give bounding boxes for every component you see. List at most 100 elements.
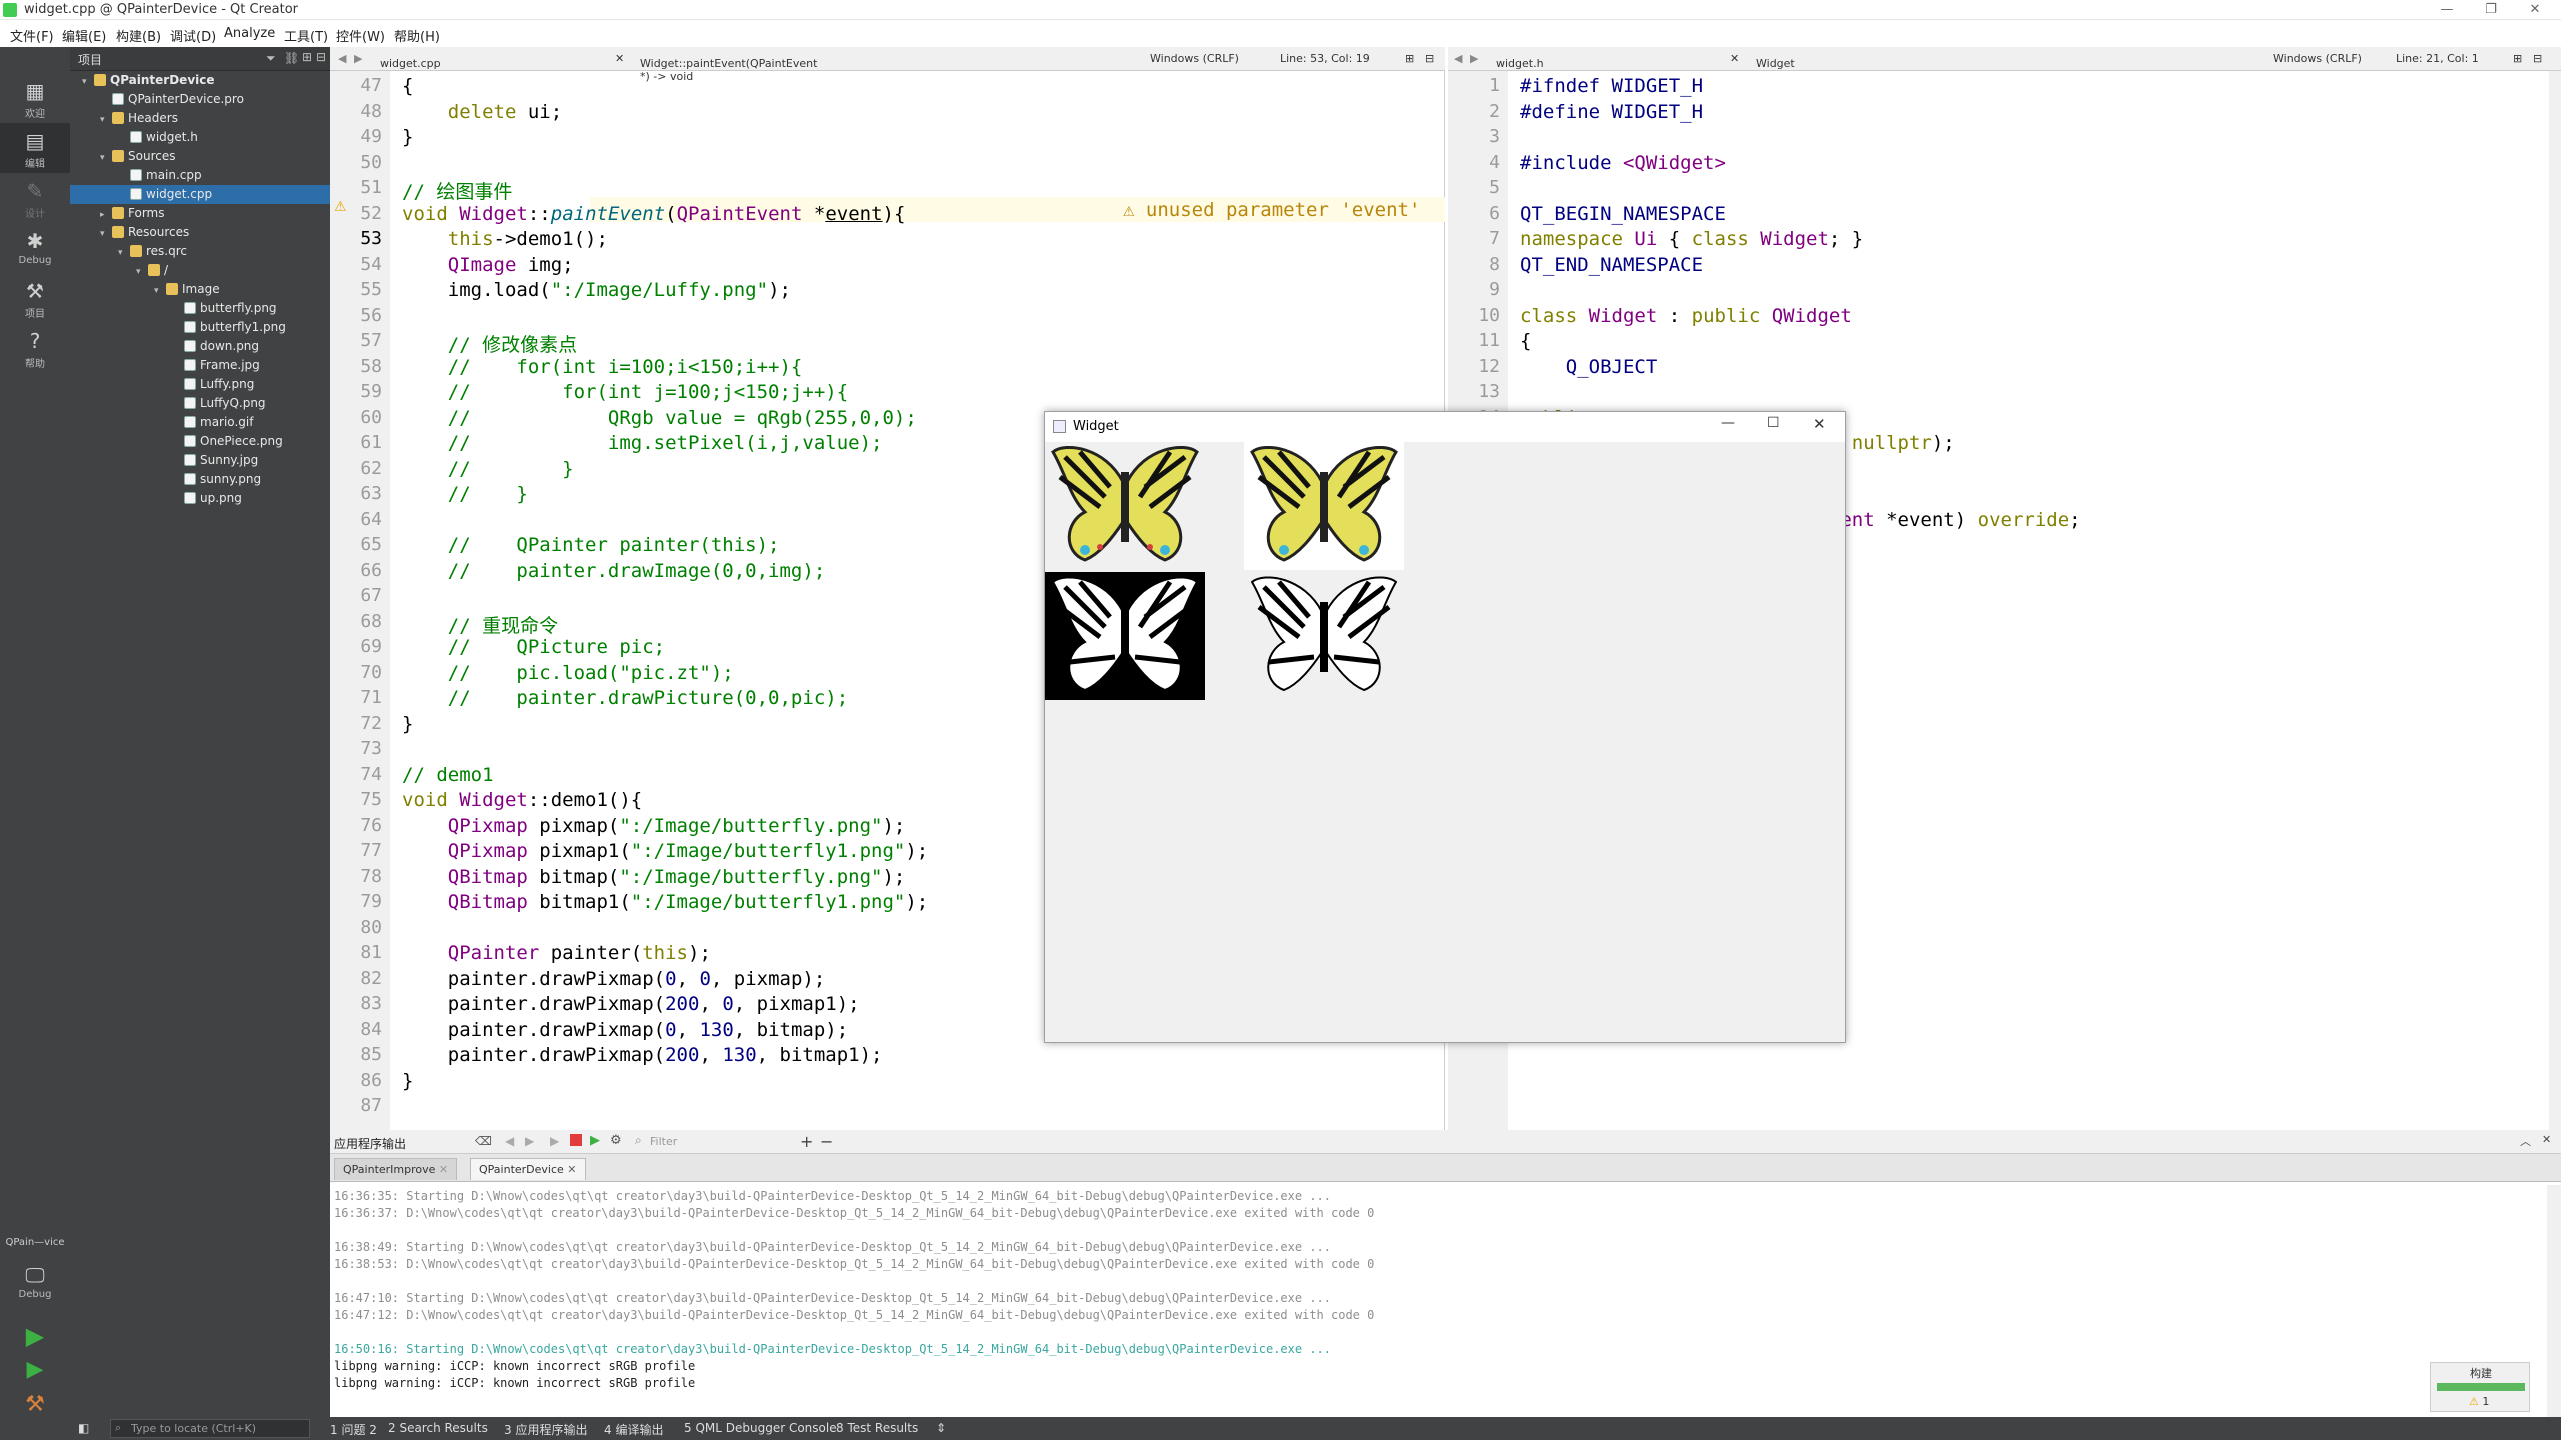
output-scrollbar[interactable]: [2547, 1185, 2561, 1417]
menu-file[interactable]: 文件(F): [10, 26, 54, 45]
menu-build[interactable]: 构建(B): [116, 26, 161, 45]
tree-item[interactable]: widget.cpp: [70, 185, 330, 204]
attach-debugger-icon[interactable]: ▶: [590, 1133, 600, 1148]
tree-item[interactable]: ▾ res.qrc: [70, 242, 330, 261]
expand-arrow-icon[interactable]: ▾: [82, 73, 94, 92]
tree-item[interactable]: Sunny.jpg: [70, 451, 330, 470]
split-icon[interactable]: ⊞: [302, 50, 312, 64]
close-icon[interactable]: ✕: [1813, 415, 1826, 433]
next-icon[interactable]: ▶: [525, 1134, 534, 1148]
status-tab-tests[interactable]: 8 Test Results: [836, 1421, 918, 1435]
expand-arrow-icon[interactable]: ▾: [118, 244, 130, 263]
cursor-position[interactable]: Line: 21, Col: 1: [2396, 52, 2479, 65]
menu-debug[interactable]: 调试(D): [170, 26, 216, 45]
status-tab-qml[interactable]: 5 QML Debugger Console: [684, 1421, 837, 1435]
build-progress[interactable]: 构建 ⚠ 1: [2430, 1362, 2530, 1412]
tree-item[interactable]: mario.gif: [70, 413, 330, 432]
sidebar-toggle-icon[interactable]: ◧: [78, 1421, 89, 1435]
tree-item[interactable]: OnePiece.png: [70, 432, 330, 451]
menu-help[interactable]: 帮助(H): [394, 26, 440, 45]
split-icon[interactable]: ⊞: [1405, 52, 1414, 65]
zoom-out-icon[interactable]: −: [820, 1132, 833, 1151]
link-icon[interactable]: ⛓: [284, 51, 299, 65]
expand-arrow-icon[interactable]: ▾: [100, 111, 112, 130]
tree-item[interactable]: down.png: [70, 337, 330, 356]
tree-item[interactable]: butterfly1.png: [70, 318, 330, 337]
close-split-icon[interactable]: ⊟: [1425, 52, 1434, 65]
menu-analyze[interactable]: Analyze: [224, 26, 275, 41]
build-hammer-icon[interactable]: ⚒: [22, 1392, 48, 1418]
close-tab-icon[interactable]: ✕: [567, 1163, 576, 1176]
debug-run-icon[interactable]: ▶: [22, 1357, 48, 1383]
menu-controls[interactable]: 控件(W): [336, 26, 385, 45]
filter-icon[interactable]: ⏷: [266, 51, 276, 66]
filter-input[interactable]: Filter: [650, 1135, 677, 1148]
maximize-icon[interactable]: ☐: [1767, 415, 1780, 431]
more-tabs-icon[interactable]: ⇕: [936, 1421, 946, 1435]
close-split-icon[interactable]: ⊟: [2533, 52, 2542, 65]
tree-item[interactable]: up.png: [70, 489, 330, 508]
stop-icon[interactable]: [570, 1134, 582, 1146]
tree-item[interactable]: butterfly.png: [70, 299, 330, 318]
tree-item[interactable]: widget.h: [70, 128, 330, 147]
status-tab-app-output[interactable]: 3 应用程序输出: [504, 1421, 587, 1438]
status-tab-search[interactable]: 2 Search Results: [388, 1421, 488, 1435]
expand-arrow-icon[interactable]: ▾: [100, 149, 112, 168]
tree-item[interactable]: main.cpp: [70, 166, 330, 185]
close-icon[interactable]: ✕: [2513, 0, 2557, 20]
output-tab-device[interactable]: QPainterDevice ✕: [470, 1158, 586, 1180]
tree-item[interactable]: ▾ Resources: [70, 223, 330, 242]
menu-tools[interactable]: 工具(T): [284, 26, 328, 45]
split-icon[interactable]: ⊞: [2513, 52, 2522, 65]
tree-item[interactable]: Frame.jpg: [70, 356, 330, 375]
locator-input[interactable]: ⌕ Type to locate (Ctrl+K): [110, 1419, 310, 1438]
tree-item[interactable]: LuffyQ.png: [70, 394, 330, 413]
cursor-position[interactable]: Line: 53, Col: 19: [1280, 52, 1370, 65]
run-icon[interactable]: ▶: [22, 1322, 48, 1350]
mode-projects[interactable]: ⚒ 项目: [0, 273, 70, 323]
tree-item[interactable]: Luffy.png: [70, 375, 330, 394]
close-pane-icon[interactable]: ✕: [2542, 1133, 2551, 1146]
status-tab-compile[interactable]: 4 编译输出: [604, 1421, 663, 1438]
minimize-icon[interactable]: —: [1721, 415, 1735, 431]
expand-arrow-icon[interactable]: ▾: [136, 263, 148, 282]
restore-icon[interactable]: ❐: [2469, 0, 2513, 20]
tree-item[interactable]: sunny.png: [70, 470, 330, 489]
nav-forward-icon[interactable]: ▶: [1470, 52, 1478, 65]
output-tab-improve[interactable]: QPainterImprove ✕: [334, 1158, 458, 1180]
tree-item[interactable]: ▾ Headers: [70, 109, 330, 128]
nav-back-icon[interactable]: ◀: [1454, 52, 1462, 65]
mode-welcome[interactable]: ▦ 欢迎: [0, 73, 70, 123]
rerun-icon[interactable]: ▶: [550, 1134, 559, 1148]
tree-item[interactable]: ▾ /: [70, 261, 330, 280]
zoom-in-icon[interactable]: +: [800, 1132, 813, 1151]
kit-selector[interactable]: 🖵 Debug: [0, 1257, 70, 1317]
encoding-label[interactable]: Windows (CRLF): [1150, 52, 1239, 65]
tree-item[interactable]: ▾ Sources: [70, 147, 330, 166]
mode-design[interactable]: ✎ 设计: [0, 173, 70, 223]
tree-item[interactable]: ▾ QPainterDevice: [70, 71, 330, 90]
menu-edit[interactable]: 编辑(E): [62, 26, 106, 45]
vertical-scrollbar[interactable]: [2549, 71, 2561, 1130]
prev-icon[interactable]: ◀: [505, 1134, 514, 1148]
widget-window[interactable]: Widget — ☐ ✕: [1044, 411, 1846, 1043]
mode-help[interactable]: ? 帮助: [0, 323, 70, 373]
maximize-pane-icon[interactable]: ︿: [2520, 1133, 2531, 1149]
status-tab-issues[interactable]: 1 问题 2: [330, 1421, 377, 1438]
close-doc-icon[interactable]: ✕: [1730, 52, 1739, 65]
close-tab-icon[interactable]: ✕: [439, 1163, 448, 1176]
nav-forward-icon[interactable]: ▶: [354, 52, 362, 65]
mode-debug[interactable]: ✱ Debug: [0, 223, 70, 273]
nav-back-icon[interactable]: ◀: [338, 52, 346, 65]
encoding-label[interactable]: Windows (CRLF): [2273, 52, 2362, 65]
tree-item[interactable]: ▸ Forms: [70, 204, 330, 223]
expand-arrow-icon[interactable]: ▾: [100, 225, 112, 244]
tree-item[interactable]: ▾ Image: [70, 280, 330, 299]
tree-item[interactable]: QPainterDevice.pro: [70, 90, 330, 109]
clear-icon[interactable]: ⌫: [475, 1134, 492, 1148]
widget-title-bar[interactable]: Widget — ☐ ✕: [1045, 412, 1845, 442]
minimize-icon[interactable]: —: [2425, 0, 2469, 20]
mode-edit[interactable]: ▤ 编辑: [0, 123, 70, 173]
settings-gear-icon[interactable]: ⚙: [610, 1133, 622, 1148]
output-text[interactable]: 16:36:35: Starting D:\Wnow\codes\qt\qt c…: [330, 1185, 2545, 1417]
